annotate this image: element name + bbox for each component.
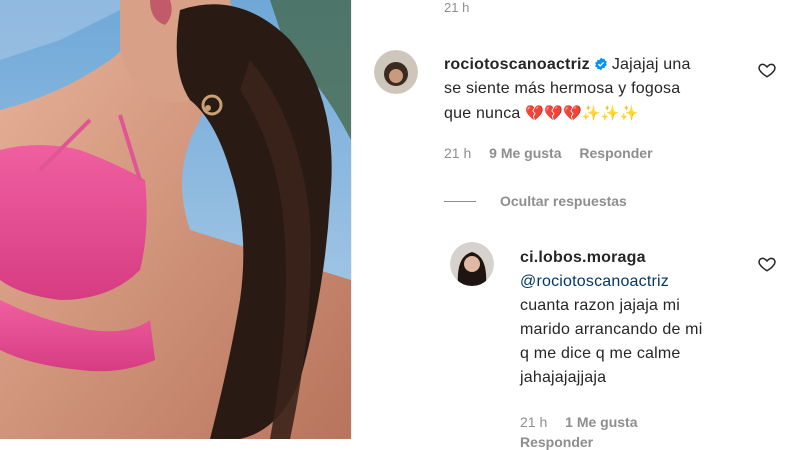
- comment-emojis: 💔💔💔✨✨✨: [525, 104, 639, 122]
- heart-icon[interactable]: [758, 61, 776, 79]
- hide-replies-line: [444, 200, 476, 202]
- heart-icon[interactable]: [758, 255, 776, 273]
- reply-comment-text: ci.lobos.moraga @rociotoscanoactriz cuan…: [520, 246, 750, 390]
- reply-reply-button[interactable]: Responder: [520, 434, 593, 450]
- avatar-image: [374, 50, 418, 94]
- reply-comment-meta: 21 h 1 Me gusta Responder: [520, 414, 652, 450]
- reply-likes[interactable]: 1 Me gusta: [565, 414, 637, 430]
- reply-mention[interactable]: @rociotoscanoactriz: [520, 273, 669, 290]
- hide-replies-button[interactable]: Ocultar respuestas: [444, 191, 627, 211]
- comment-body-line-2: se siente más hermosa y fogosa: [444, 80, 681, 97]
- main-comment-text: rociotoscanoactriz Jajajaj una se siente …: [444, 53, 744, 126]
- reply-body-line-2: marido arrancando de mi: [520, 321, 703, 338]
- reply-username[interactable]: ci.lobos.moraga: [520, 249, 646, 266]
- post-photo: [0, 0, 351, 439]
- reply-body-line-4: jahajajajjaja: [520, 369, 607, 386]
- previous-comment-time: 21 h: [444, 0, 470, 15]
- verified-badge-icon: [595, 57, 607, 71]
- post-photo-image: [0, 0, 351, 439]
- main-comment-meta: 21 h 9 Me gusta Responder: [444, 145, 667, 161]
- avatar-image: [450, 242, 494, 286]
- avatar-ci-lobos-moraga[interactable]: [450, 242, 494, 286]
- comment-time: 21 h: [444, 145, 472, 161]
- comment-username[interactable]: rociotoscanoactriz: [444, 56, 590, 73]
- comment-body-line-3: que nunca: [444, 105, 521, 122]
- reply-body-line-3: q me dice q me calme: [520, 345, 681, 362]
- comments-panel: 21 h rociotoscanoactriz Jajajaj una se si…: [352, 0, 800, 450]
- reply-time: 21 h: [520, 414, 548, 430]
- reply-body-line-1: cuanta razon jajaja mi: [520, 297, 681, 314]
- avatar-rociotoscanoactriz[interactable]: [374, 50, 418, 94]
- hide-replies-label: Ocultar respuestas: [500, 193, 627, 209]
- reply-button[interactable]: Responder: [579, 145, 652, 161]
- comment-body-line-1: Jajajaj una: [611, 56, 691, 73]
- comment-likes[interactable]: 9 Me gusta: [489, 145, 561, 161]
